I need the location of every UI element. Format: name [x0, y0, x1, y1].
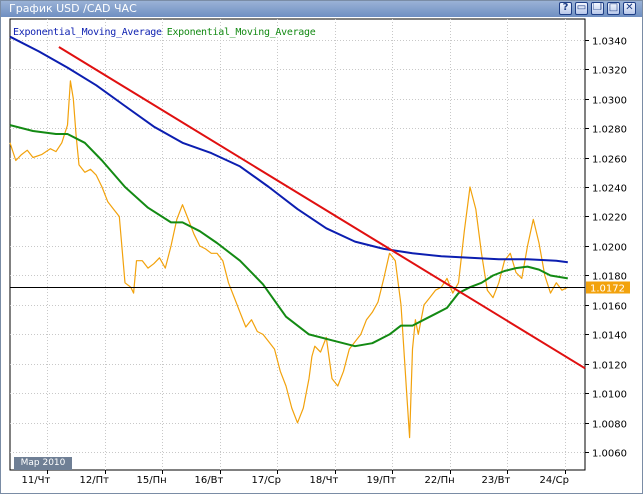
y-tick-label: 1.0080 — [592, 420, 627, 431]
y-tick-label: 1.0140 — [592, 331, 627, 342]
x-tick-label: 18/Чт — [310, 475, 339, 486]
y-tick-label: 1.0280 — [592, 125, 627, 136]
period-badge: Map 2010 — [14, 457, 72, 470]
y-tick-label: 1.0240 — [592, 184, 627, 195]
x-tick-label: 22/Пн — [425, 475, 455, 486]
x-tick-label: 11/Чт — [22, 475, 51, 486]
indicator-legend: Exponential_Moving_Average Exponential_Mo… — [13, 27, 320, 38]
x-tick-label: 19/Пт — [367, 475, 397, 486]
y-tick-label: 1.0340 — [592, 37, 627, 48]
plot-area — [9, 18, 586, 471]
y-tick-label: 1.0100 — [592, 390, 627, 401]
y-tick-label: 1.0120 — [592, 361, 627, 372]
legend-ema-slow: Exponential_Moving_Average — [13, 27, 162, 38]
y-tick-label: 1.0200 — [592, 243, 627, 254]
x-tick-label: 12/Пт — [80, 475, 110, 486]
x-tick-label: 17/Ср — [252, 475, 281, 486]
y-tick-label: 1.0260 — [592, 155, 627, 166]
x-tick-label: 15/Пн — [137, 475, 167, 486]
x-tick-label: 23/Вт — [482, 475, 511, 486]
legend-ema-fast: Exponential_Moving_Average — [166, 27, 316, 38]
y-tick-label: 1.0060 — [592, 449, 627, 460]
current-price-label: 1.0172 — [590, 284, 625, 295]
y-tick-label: 1.0320 — [592, 66, 627, 77]
chart-window: График USD /CAD ЧАС ? ▭ ❐ □ ✕ 1.0060 1.00… — [0, 0, 643, 494]
y-tick-label: 1.0300 — [592, 96, 627, 107]
price-chart: 1.0060 1.0080 1.0100 1.0120 1.0140 1.0160 1.01… — [9, 18, 630, 486]
x-tick-label: 16/Вт — [195, 475, 224, 486]
y-tick-label: 1.0180 — [592, 272, 627, 283]
y-tick-label: 1.0160 — [592, 302, 627, 313]
y-tick-label: 1.0220 — [592, 213, 627, 224]
x-tick-label: 24/Ср — [540, 475, 569, 486]
